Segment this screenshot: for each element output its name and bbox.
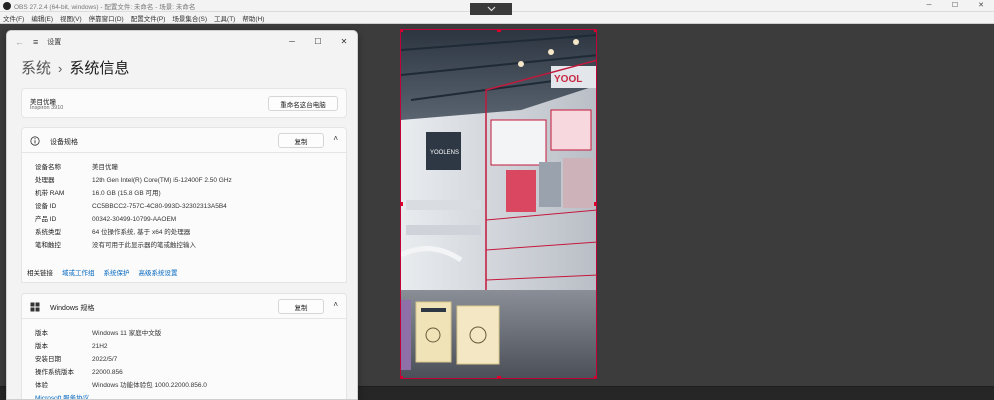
microsoft-services-agreement-link[interactable]: Microsoft 服务协议 xyxy=(35,392,89,399)
menu-profile[interactable]: 配置文件(P) xyxy=(131,13,166,23)
spec-label: 机带 RAM xyxy=(35,190,65,197)
spec-row: 机带 RAM 16.0 GB (15.8 GB 可用) xyxy=(35,187,161,197)
spec-row: 操作系统版本 22000.856 xyxy=(35,366,123,376)
menu-tools[interactable]: 工具(T) xyxy=(214,13,235,23)
resize-handle-bottom[interactable] xyxy=(497,376,501,378)
svg-text:YOOL: YOOL xyxy=(554,74,582,85)
rename-pc-button[interactable]: 重命名这台电脑 xyxy=(268,96,338,111)
spec-label: 设备 ID xyxy=(35,203,57,210)
menu-file[interactable]: 文件(F) xyxy=(3,13,24,23)
spec-row: 版本 Windows 11 家庭中文版 xyxy=(35,327,161,337)
minimize-button[interactable]: ─ xyxy=(916,0,942,12)
device-card: 美目优瞳 Inspiron 3910 重命名这台电脑 xyxy=(21,88,347,118)
obs-logo-icon xyxy=(3,1,11,10)
spec-row: 设备名称 美目优瞳 xyxy=(35,161,118,171)
device-specs-list: 设备名称 美目优瞳 处理器 12th Gen Intel(R) Core(TM) i… xyxy=(21,153,347,283)
resize-handle-bottom-right[interactable] xyxy=(594,376,596,378)
breadcrumb: 系统 › 系统信息 xyxy=(21,57,129,78)
resize-handle-top-left[interactable] xyxy=(401,30,403,32)
breadcrumb-system[interactable]: 系统 xyxy=(21,57,51,78)
spec-label: 体验 xyxy=(35,382,48,389)
device-model: Inspiron 3910 xyxy=(30,105,64,111)
info-icon xyxy=(30,136,40,146)
hamburger-menu-icon[interactable]: ≡ xyxy=(33,37,38,47)
spec-value: 2022/5/7 xyxy=(92,356,118,363)
spec-value: 21H2 xyxy=(92,343,108,350)
resize-handle-top-right[interactable] xyxy=(594,30,596,32)
settings-titlebar: ← ≡ 设置 ─ ☐ ✕ xyxy=(7,31,357,53)
spec-row: 版本 21H2 xyxy=(35,340,108,350)
spec-label: 笔和触控 xyxy=(35,242,61,249)
chevron-up-icon[interactable]: ˄ xyxy=(333,134,338,143)
menu-scene-collection[interactable]: 场景集合(S) xyxy=(172,13,207,23)
spec-value: CC5BBCC2-757C-4C80-993D-32302313A5B4 xyxy=(92,203,227,210)
spec-row: 设备 ID CC5BBCC2-757C-4C80-993D-32302313A5B… xyxy=(35,200,227,210)
spec-row: 产品 ID 00342-30499-10799-AAOEM xyxy=(35,213,176,223)
windows-logo-icon xyxy=(30,302,40,312)
maximize-button[interactable]: ☐ xyxy=(942,0,968,12)
svg-text:YOOLENS: YOOLENS xyxy=(430,150,459,156)
copy-device-specs-button[interactable]: 复制 xyxy=(278,133,324,148)
resize-handle-right[interactable] xyxy=(594,202,596,206)
chevron-down-icon[interactable] xyxy=(470,3,512,15)
windows-specs-list: 版本 Windows 11 家庭中文版 版本 21H2 安装日期 2022/5/7 操… xyxy=(21,319,347,399)
spec-value: 00342-30499-10799-AAOEM xyxy=(92,216,177,223)
spec-value: 没有可用于此显示器的笔或触控输入 xyxy=(92,242,196,249)
spec-label: 版本 xyxy=(35,330,48,337)
back-arrow-icon[interactable]: ← xyxy=(15,37,24,47)
related-links-label: 相关链接 xyxy=(27,270,53,277)
spec-value: 16.0 GB (15.8 GB 可用) xyxy=(92,190,161,197)
chevron-up-icon[interactable]: ˄ xyxy=(333,300,338,309)
menu-edit[interactable]: 编辑(E) xyxy=(31,13,53,23)
canvas-source-image[interactable]: YOOL YOOLENS xyxy=(400,29,597,379)
settings-maximize-button[interactable]: ☐ xyxy=(305,31,331,53)
spec-label: 产品 ID xyxy=(35,216,57,223)
spec-label: 版本 xyxy=(35,343,48,350)
resize-handle-top[interactable] xyxy=(497,30,501,32)
spec-row: 笔和触控 没有可用于此显示器的笔或触控输入 xyxy=(35,239,196,249)
menu-view[interactable]: 视图(V) xyxy=(60,13,82,23)
close-button[interactable]: ✕ xyxy=(968,0,994,12)
resize-handle-left[interactable] xyxy=(401,202,403,206)
spec-label: 系统类型 xyxy=(35,229,61,236)
device-specs-title: 设备规格 xyxy=(50,139,78,146)
settings-title: 设置 xyxy=(47,39,62,46)
settings-minimize-button[interactable]: ─ xyxy=(279,31,305,53)
resize-handle-bottom-left[interactable] xyxy=(401,376,403,378)
link-advanced-system-settings[interactable]: 高级系统设置 xyxy=(139,267,178,277)
spec-label: 操作系统版本 xyxy=(35,369,74,376)
settings-window-controls: ─ ☐ ✕ xyxy=(279,31,357,53)
link-domain-workgroup[interactable]: 域或工作组 xyxy=(62,267,95,277)
spec-row: 安装日期 2022/5/7 xyxy=(35,353,117,363)
windows-specs-title: Windows 规格 xyxy=(50,305,95,312)
store-photo: YOOL YOOLENS xyxy=(401,30,596,378)
windows-specs-header[interactable]: Windows 规格 复制 ˄ xyxy=(21,293,347,319)
copy-windows-specs-button[interactable]: 复制 xyxy=(278,299,324,314)
spec-row: 系统类型 64 位操作系统, 基于 x64 的处理器 xyxy=(35,226,190,236)
spec-value: 美目优瞳 xyxy=(92,164,118,171)
settings-close-button[interactable]: ✕ xyxy=(331,31,357,53)
spec-value: Windows 功能体验包 1000.22000.856.0 xyxy=(92,382,207,389)
spec-label: 安装日期 xyxy=(35,356,61,363)
spec-value: 64 位操作系统, 基于 x64 的处理器 xyxy=(92,229,191,236)
obs-window-controls: ─ ☐ ✕ xyxy=(916,0,994,12)
spec-value: 12th Gen Intel(R) Core(TM) i5-12400F 2.5… xyxy=(92,177,232,184)
settings-window: ← ≡ 设置 ─ ☐ ✕ 系统 › 系统信息 美目优瞳 Inspiron 391… xyxy=(6,30,358,400)
menu-help[interactable]: 帮助(H) xyxy=(242,13,264,23)
link-system-protection[interactable]: 系统保护 xyxy=(104,267,130,277)
breadcrumb-separator: › xyxy=(58,61,63,76)
menu-docks[interactable]: 停靠窗口(D) xyxy=(89,13,124,23)
device-specs-header[interactable]: 设备规格 复制 ˄ xyxy=(21,127,347,153)
spec-value: Windows 11 家庭中文版 xyxy=(92,330,162,337)
spec-label: 设备名称 xyxy=(35,164,61,171)
page-title: 系统信息 xyxy=(69,60,130,77)
spec-label: 处理器 xyxy=(35,177,55,184)
spec-row: 体验 Windows 功能体验包 1000.22000.856.0 xyxy=(35,379,207,389)
obs-window-title: OBS 27.2.4 (64-bit, windows) - 配置文件: 未命名… xyxy=(14,3,196,11)
spec-value: 22000.856 xyxy=(92,369,123,376)
spec-row: 处理器 12th Gen Intel(R) Core(TM) i5-12400F … xyxy=(35,174,232,184)
related-links: 相关链接 域或工作组 系统保护 高级系统设置 xyxy=(27,267,187,277)
